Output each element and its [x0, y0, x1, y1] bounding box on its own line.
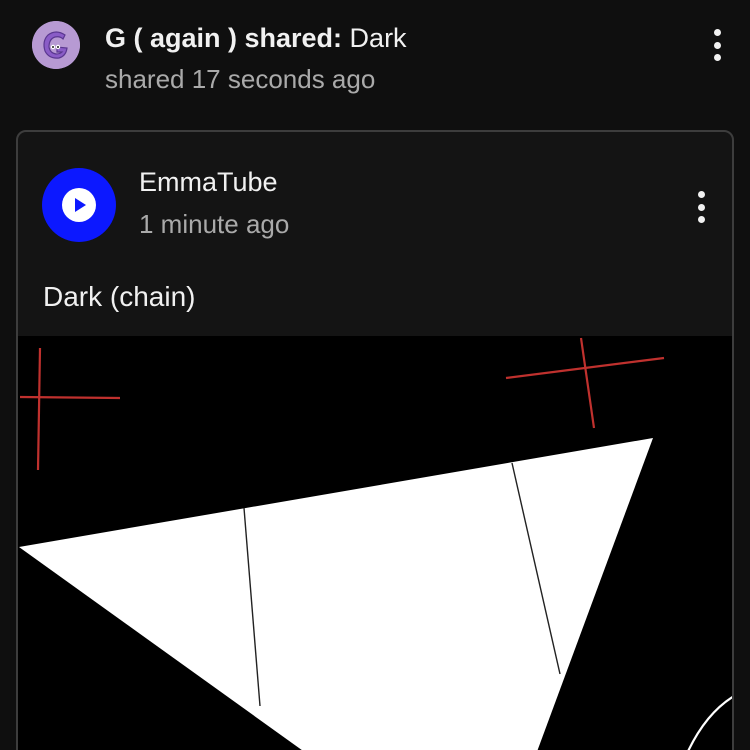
letter-g-avatar-icon[interactable] — [32, 21, 80, 69]
dot — [697, 216, 705, 223]
share-title[interactable]: G ( again ) shared: Dark — [105, 22, 407, 54]
dot — [697, 191, 705, 198]
channel-name[interactable]: EmmaTube — [139, 166, 278, 198]
dot — [713, 41, 721, 49]
shared-post-card[interactable]: EmmaTube 1 minute ago Dark (chain) — [16, 130, 734, 750]
post-text: Dark (chain) — [43, 281, 196, 312]
shared-post-title: Dark — [342, 23, 407, 53]
post-timestamp: 1 minute ago — [139, 209, 290, 239]
dot — [697, 203, 705, 211]
share-timestamp: shared 17 seconds ago — [105, 64, 376, 94]
post-more-options-icon[interactable] — [691, 187, 711, 227]
post-image[interactable] — [18, 336, 732, 750]
share-more-options-icon[interactable] — [707, 25, 727, 65]
sharer-name: G ( again ) shared: — [105, 23, 343, 53]
dot — [713, 29, 721, 36]
community-share-screen: G ( again ) shared: Dark shared 17 secon… — [0, 0, 750, 750]
share-header: G ( again ) shared: Dark shared 17 secon… — [0, 0, 750, 120]
channel-avatar[interactable] — [42, 168, 116, 242]
play-icon — [62, 188, 96, 222]
dot — [713, 54, 721, 61]
